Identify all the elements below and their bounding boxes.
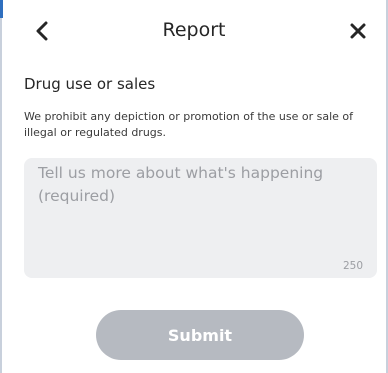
page-title: Report [162,19,226,41]
close-icon [350,23,366,39]
report-header: Report [0,0,388,62]
report-category-title: Drug use or sales [24,75,156,93]
submit-button-label: Submit [167,325,233,345]
report-category-description: We prohibit any depiction or promotion o… [24,110,354,139]
close-button[interactable] [344,17,372,45]
character-counter: 250 [342,260,363,272]
details-input[interactable] [24,158,377,278]
submit-button[interactable]: Submit [96,310,304,360]
details-field-container: 250 [24,158,377,278]
